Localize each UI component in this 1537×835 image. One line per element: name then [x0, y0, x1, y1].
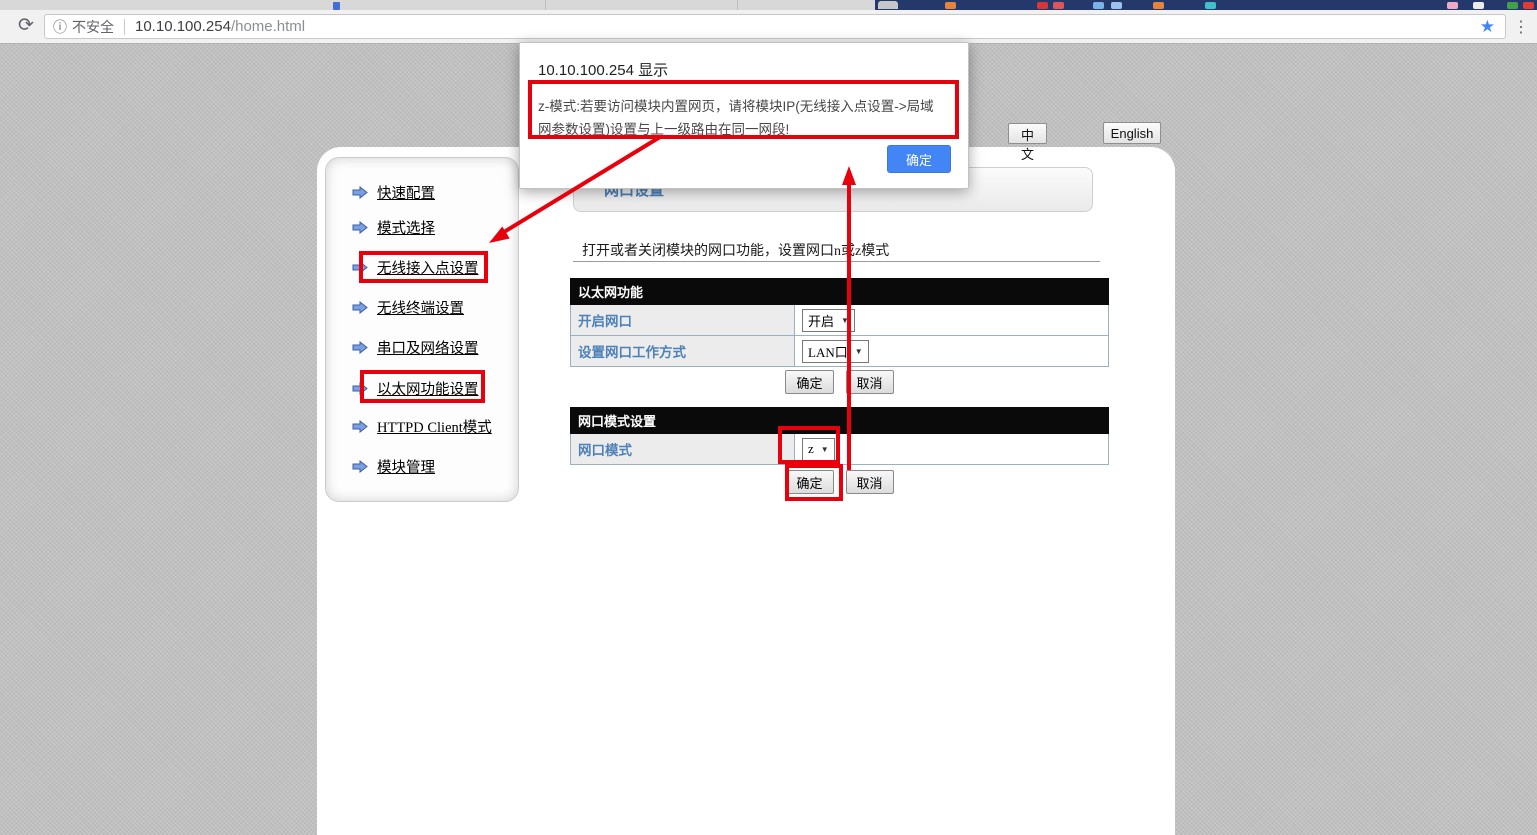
url-divider — [124, 19, 125, 35]
favicon-dot — [1037, 2, 1048, 9]
favicon-dot — [1053, 2, 1064, 9]
favicon-dot — [1447, 2, 1458, 9]
sidebar-item-label: 快速配置 — [377, 182, 435, 203]
favicon-dot — [1093, 2, 1104, 9]
row-label: 设置网口工作方式 — [571, 336, 795, 367]
sidebar-item-wireless-sta[interactable]: 无线终端设置 — [352, 297, 464, 318]
row-value: z ▼ — [795, 434, 1109, 465]
sidebar-item-httpd-client[interactable]: HTTPD Client模式 — [352, 416, 492, 437]
port-mode-table: 网口模式设置 网口模式 z ▼ — [570, 407, 1109, 465]
port-mode-cancel-button[interactable]: 取消 — [846, 470, 894, 494]
language-english-button[interactable]: English — [1103, 122, 1161, 144]
sidebar-item-serial-network[interactable]: 串口及网络设置 — [352, 337, 479, 358]
browser-menu-icon[interactable]: ⋮ — [1511, 16, 1531, 38]
arrow-right-icon — [352, 460, 368, 473]
arrow-right-icon — [352, 186, 368, 199]
url-text: 10.10.100.254/home.html — [135, 18, 305, 35]
divider — [573, 261, 1100, 262]
favicon-dot — [945, 2, 956, 9]
browser-tab-strip — [0, 0, 1537, 10]
ethernet-buttons: 确定 取消 — [570, 370, 1109, 394]
tab-separator — [737, 0, 738, 10]
arrow-right-icon — [352, 221, 368, 234]
sidebar-item-label: 模式选择 — [377, 217, 435, 238]
chevron-down-icon: ▼ — [841, 316, 849, 325]
chevron-down-icon: ▼ — [855, 347, 863, 356]
table-header: 网口模式设置 — [571, 408, 1109, 434]
table-header: 以太网功能 — [571, 279, 1109, 305]
sidebar-menu: 快速配置 模式选择 无线接入点设置 无线终端设置 串口及网络设置 以太网功能设置… — [325, 157, 519, 502]
favicon-dot — [1473, 2, 1484, 9]
select-value: LAN口 — [808, 342, 848, 361]
select-value: 开启 — [808, 311, 834, 330]
tab-separator — [545, 0, 546, 10]
favicon-dot — [1111, 2, 1122, 9]
tab-favicon — [333, 2, 340, 10]
favicon-dot — [1153, 2, 1164, 9]
sidebar-item-label: 模块管理 — [377, 456, 435, 477]
security-label: 不安全 — [72, 17, 114, 37]
info-icon: ⓘ — [53, 17, 67, 37]
row-label: 开启网口 — [571, 305, 795, 336]
sidebar-item-label: 无线终端设置 — [377, 297, 464, 318]
address-bar[interactable]: ⓘ 不安全 10.10.100.254/home.html ★ — [44, 14, 1506, 39]
ethernet-ok-button[interactable]: 确定 — [785, 370, 833, 394]
alert-ok-button[interactable]: 确定 — [887, 145, 951, 173]
select-value: z — [808, 441, 814, 457]
arrow-right-icon — [352, 382, 368, 395]
favicon-dot — [1507, 2, 1518, 9]
port-work-mode-select[interactable]: LAN口 ▼ — [802, 340, 869, 363]
row-value: LAN口 ▼ — [795, 336, 1109, 367]
row-label: 网口模式 — [571, 434, 795, 465]
sidebar-item-module-manage[interactable]: 模块管理 — [352, 456, 435, 477]
port-mode-select[interactable]: z ▼ — [802, 438, 835, 461]
table-row: 开启网口 开启 ▼ — [571, 305, 1109, 336]
bookmark-star-icon[interactable]: ★ — [1478, 17, 1497, 37]
chevron-down-icon: ▼ — [821, 445, 829, 454]
sidebar-item-label: 无线接入点设置 — [377, 257, 479, 278]
url-host: 10.10.100.254 — [135, 18, 231, 35]
sidebar-item-mode-select[interactable]: 模式选择 — [352, 217, 435, 238]
arrow-right-icon — [352, 420, 368, 433]
port-mode-buttons: 确定 取消 — [570, 470, 1109, 494]
port-mode-ok-button[interactable]: 确定 — [785, 470, 833, 494]
language-chinese-button[interactable]: 中文 — [1008, 123, 1047, 144]
sidebar-item-label: 以太网功能设置 — [377, 378, 479, 399]
sidebar-item-label: HTTPD Client模式 — [377, 416, 492, 437]
sidebar-item-wireless-ap[interactable]: 无线接入点设置 — [352, 257, 479, 278]
ethernet-enable-select[interactable]: 开启 ▼ — [802, 309, 855, 332]
favicon-dot — [1205, 2, 1216, 9]
sidebar-item-label: 串口及网络设置 — [377, 337, 479, 358]
alert-dialog-message: z-模式:若要访问模块内置网页，请将模块IP(无线接入点设置->局域网参数设置)… — [538, 95, 940, 141]
alert-dialog: 10.10.100.254 显示 z-模式:若要访问模块内置网页，请将模块IP(… — [519, 42, 969, 189]
alert-dialog-title: 10.10.100.254 显示 — [538, 59, 968, 80]
reload-button[interactable]: ⟳ — [13, 13, 39, 39]
arrow-right-icon — [352, 341, 368, 354]
ethernet-cancel-button[interactable]: 取消 — [846, 370, 894, 394]
favicon-dot — [1523, 2, 1534, 9]
page-description: 打开或者关闭模块的网口功能，设置网口n或z模式 — [582, 240, 889, 260]
url-path: /home.html — [231, 18, 305, 35]
table-row: 设置网口工作方式 LAN口 ▼ — [571, 336, 1109, 367]
row-value: 开启 ▼ — [795, 305, 1109, 336]
browser-toolbar: ⟳ ⓘ 不安全 10.10.100.254/home.html ★ ⋮ — [0, 10, 1537, 44]
security-chip[interactable]: ⓘ 不安全 — [53, 17, 114, 37]
arrow-right-icon — [352, 301, 368, 314]
ethernet-function-table: 以太网功能 开启网口 开启 ▼ 设置网口工作方式 LAN口 ▼ — [570, 278, 1109, 367]
sidebar-item-quick-config[interactable]: 快速配置 — [352, 182, 435, 203]
mini-tab — [878, 1, 898, 9]
table-row: 网口模式 z ▼ — [571, 434, 1109, 465]
arrow-right-icon — [352, 261, 368, 274]
bookmarks-strip — [875, 0, 1537, 10]
sidebar-item-ethernet-function[interactable]: 以太网功能设置 — [352, 378, 479, 399]
